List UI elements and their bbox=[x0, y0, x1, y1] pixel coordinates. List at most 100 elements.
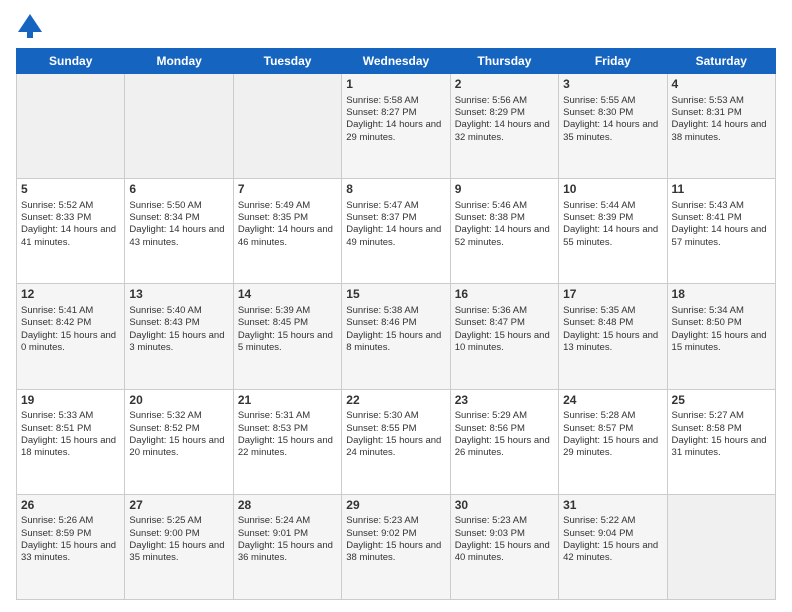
day-number: 1 bbox=[346, 77, 445, 93]
sunrise-text: Sunrise: 5:26 AM bbox=[21, 515, 93, 526]
calendar-cell: 5Sunrise: 5:52 AMSunset: 8:33 PMDaylight… bbox=[17, 179, 125, 284]
day-number: 22 bbox=[346, 393, 445, 409]
daylight-text: Daylight: 15 hours and 24 minutes. bbox=[346, 435, 441, 458]
day-number: 18 bbox=[672, 287, 771, 303]
calendar-cell: 20Sunrise: 5:32 AMSunset: 8:52 PMDayligh… bbox=[125, 389, 233, 494]
sunrise-text: Sunrise: 5:38 AM bbox=[346, 305, 418, 316]
header bbox=[16, 12, 776, 40]
sunset-text: Sunset: 9:04 PM bbox=[563, 528, 633, 539]
day-number: 30 bbox=[455, 498, 554, 514]
day-number: 20 bbox=[129, 393, 228, 409]
calendar-header-row: SundayMondayTuesdayWednesdayThursdayFrid… bbox=[17, 49, 776, 74]
daylight-text: Daylight: 15 hours and 3 minutes. bbox=[129, 330, 224, 353]
calendar-day-header: Saturday bbox=[667, 49, 775, 74]
sunset-text: Sunset: 8:56 PM bbox=[455, 423, 525, 434]
calendar-cell: 10Sunrise: 5:44 AMSunset: 8:39 PMDayligh… bbox=[559, 179, 667, 284]
daylight-text: Daylight: 14 hours and 38 minutes. bbox=[672, 119, 767, 142]
calendar-cell: 24Sunrise: 5:28 AM Sunset: 8:57 PMDayligh… bbox=[559, 389, 667, 494]
daylight-text: Daylight: 15 hours and 10 minutes. bbox=[455, 330, 550, 353]
sunset-text: Sunset: 8:42 PM bbox=[21, 317, 91, 328]
sunset-text: Sunset: 8:51 PM bbox=[21, 423, 91, 434]
daylight-text: Daylight: 14 hours and 49 minutes. bbox=[346, 224, 441, 247]
calendar-cell: 2Sunrise: 5:56 AMSunset: 8:29 PMDaylight… bbox=[450, 74, 558, 179]
day-number: 9 bbox=[455, 182, 554, 198]
calendar-cell: 8 Sunrise: 5:47 AMSunset: 8:37 PMDaylight… bbox=[342, 179, 450, 284]
calendar-cell: 25Sunrise: 5:27 AMSunset: 8:58 PMDayligh… bbox=[667, 389, 775, 494]
day-number: 17 bbox=[563, 287, 662, 303]
sunrise-text: Sunrise: 5:39 AM bbox=[238, 305, 310, 316]
calendar-cell: 14Sunrise: 5:39 AMSunset: 8:45 PMDayligh… bbox=[233, 284, 341, 389]
sunset-text: Sunset: 8:31 PM bbox=[672, 107, 742, 118]
sunset-text: Sunset: 8:46 PM bbox=[346, 317, 416, 328]
sunset-text: Sunset: 8:30 PM bbox=[563, 107, 633, 118]
sunset-text: Sunset: 8:57 PM bbox=[563, 423, 633, 434]
calendar-cell: 16Sunrise: 5:36 AMSunset: 8:47 PMDayligh… bbox=[450, 284, 558, 389]
sunrise-text: Sunrise: 5:23 AM bbox=[455, 515, 527, 526]
sunset-text: Sunset: 8:37 PM bbox=[346, 212, 416, 223]
sunset-text: Sunset: 8:39 PM bbox=[563, 212, 633, 223]
calendar-cell: 19Sunrise: 5:33 AMSunset: 8:51 PMDayligh… bbox=[17, 389, 125, 494]
sunset-text: Sunset: 9:03 PM bbox=[455, 528, 525, 539]
calendar-week-row: 26Sunrise: 5:26 AMSunset: 8:59 PMDayligh… bbox=[17, 494, 776, 599]
day-number: 24 bbox=[563, 393, 662, 409]
sunset-text: Sunset: 8:45 PM bbox=[238, 317, 308, 328]
sunset-text: Sunset: 8:35 PM bbox=[238, 212, 308, 223]
sunrise-text: Sunrise: 5:46 AM bbox=[455, 200, 527, 211]
logo bbox=[16, 12, 48, 40]
day-number: 25 bbox=[672, 393, 771, 409]
calendar-cell: 23Sunrise: 5:29 AMSunset: 8:56 PMDayligh… bbox=[450, 389, 558, 494]
daylight-text: Daylight: 15 hours and 29 minutes. bbox=[563, 435, 658, 458]
calendar-cell: 27Sunrise: 5:25 AMSunset: 9:00 PMDayligh… bbox=[125, 494, 233, 599]
sunset-text: Sunset: 9:02 PM bbox=[346, 528, 416, 539]
day-number: 4 bbox=[672, 77, 771, 93]
sunset-text: Sunset: 9:00 PM bbox=[129, 528, 199, 539]
day-number: 27 bbox=[129, 498, 228, 514]
sunset-text: Sunset: 8:58 PM bbox=[672, 423, 742, 434]
daylight-text: Daylight: 14 hours and 32 minutes. bbox=[455, 119, 550, 142]
sunset-text: Sunset: 8:38 PM bbox=[455, 212, 525, 223]
sunset-text: Sunset: 8:33 PM bbox=[21, 212, 91, 223]
day-number: 23 bbox=[455, 393, 554, 409]
sunset-text: Sunset: 8:27 PM bbox=[346, 107, 416, 118]
sunrise-text: Sunrise: 5:56 AM bbox=[455, 95, 527, 106]
daylight-text: Daylight: 14 hours and 52 minutes. bbox=[455, 224, 550, 247]
page: SundayMondayTuesdayWednesdayThursdayFrid… bbox=[0, 0, 792, 612]
calendar-day-header: Sunday bbox=[17, 49, 125, 74]
daylight-text: Daylight: 15 hours and 0 minutes. bbox=[21, 330, 116, 353]
day-number: 11 bbox=[672, 182, 771, 198]
sunrise-text: Sunrise: 5:33 AM bbox=[21, 410, 93, 421]
calendar-table: SundayMondayTuesdayWednesdayThursdayFrid… bbox=[16, 48, 776, 600]
daylight-text: Daylight: 15 hours and 40 minutes. bbox=[455, 540, 550, 563]
calendar-cell: 18Sunrise: 5:34 AMSunset: 8:50 PMDayligh… bbox=[667, 284, 775, 389]
daylight-text: Daylight: 15 hours and 20 minutes. bbox=[129, 435, 224, 458]
sunrise-text: Sunrise: 5:28 AM bbox=[563, 410, 635, 421]
sunrise-text: Sunrise: 5:34 AM bbox=[672, 305, 744, 316]
calendar-cell: 1Sunrise: 5:58 AMSunset: 8:27 PMDaylight… bbox=[342, 74, 450, 179]
calendar-day-header: Tuesday bbox=[233, 49, 341, 74]
sunrise-text: Sunrise: 5:22 AM bbox=[563, 515, 635, 526]
calendar-cell bbox=[125, 74, 233, 179]
calendar-cell: 21Sunrise: 5:31 AMSunset: 8:53 PMDayligh… bbox=[233, 389, 341, 494]
day-number: 19 bbox=[21, 393, 120, 409]
sunrise-text: Sunrise: 5:36 AM bbox=[455, 305, 527, 316]
sunrise-text: Sunrise: 5:52 AM bbox=[21, 200, 93, 211]
calendar-cell: 28Sunrise: 5:24 AMSunset: 9:01 PMDayligh… bbox=[233, 494, 341, 599]
sunrise-text: Sunrise: 5:30 AM bbox=[346, 410, 418, 421]
day-number: 26 bbox=[21, 498, 120, 514]
daylight-text: Daylight: 15 hours and 38 minutes. bbox=[346, 540, 441, 563]
sunrise-text: Sunrise: 5:47 AM bbox=[346, 200, 418, 211]
sunset-text: Sunset: 8:34 PM bbox=[129, 212, 199, 223]
daylight-text: Daylight: 14 hours and 46 minutes. bbox=[238, 224, 333, 247]
sunset-text: Sunset: 8:48 PM bbox=[563, 317, 633, 328]
daylight-text: Daylight: 15 hours and 26 minutes. bbox=[455, 435, 550, 458]
sunset-text: Sunset: 8:47 PM bbox=[455, 317, 525, 328]
calendar-day-header: Wednesday bbox=[342, 49, 450, 74]
day-number: 21 bbox=[238, 393, 337, 409]
day-number: 8 bbox=[346, 182, 445, 198]
calendar-cell: 15Sunrise: 5:38 AMSunset: 8:46 PMDayligh… bbox=[342, 284, 450, 389]
daylight-text: Daylight: 15 hours and 22 minutes. bbox=[238, 435, 333, 458]
daylight-text: Daylight: 14 hours and 43 minutes. bbox=[129, 224, 224, 247]
sunrise-text: Sunrise: 5:58 AM bbox=[346, 95, 418, 106]
daylight-text: Daylight: 14 hours and 55 minutes. bbox=[563, 224, 658, 247]
daylight-text: Daylight: 15 hours and 35 minutes. bbox=[129, 540, 224, 563]
